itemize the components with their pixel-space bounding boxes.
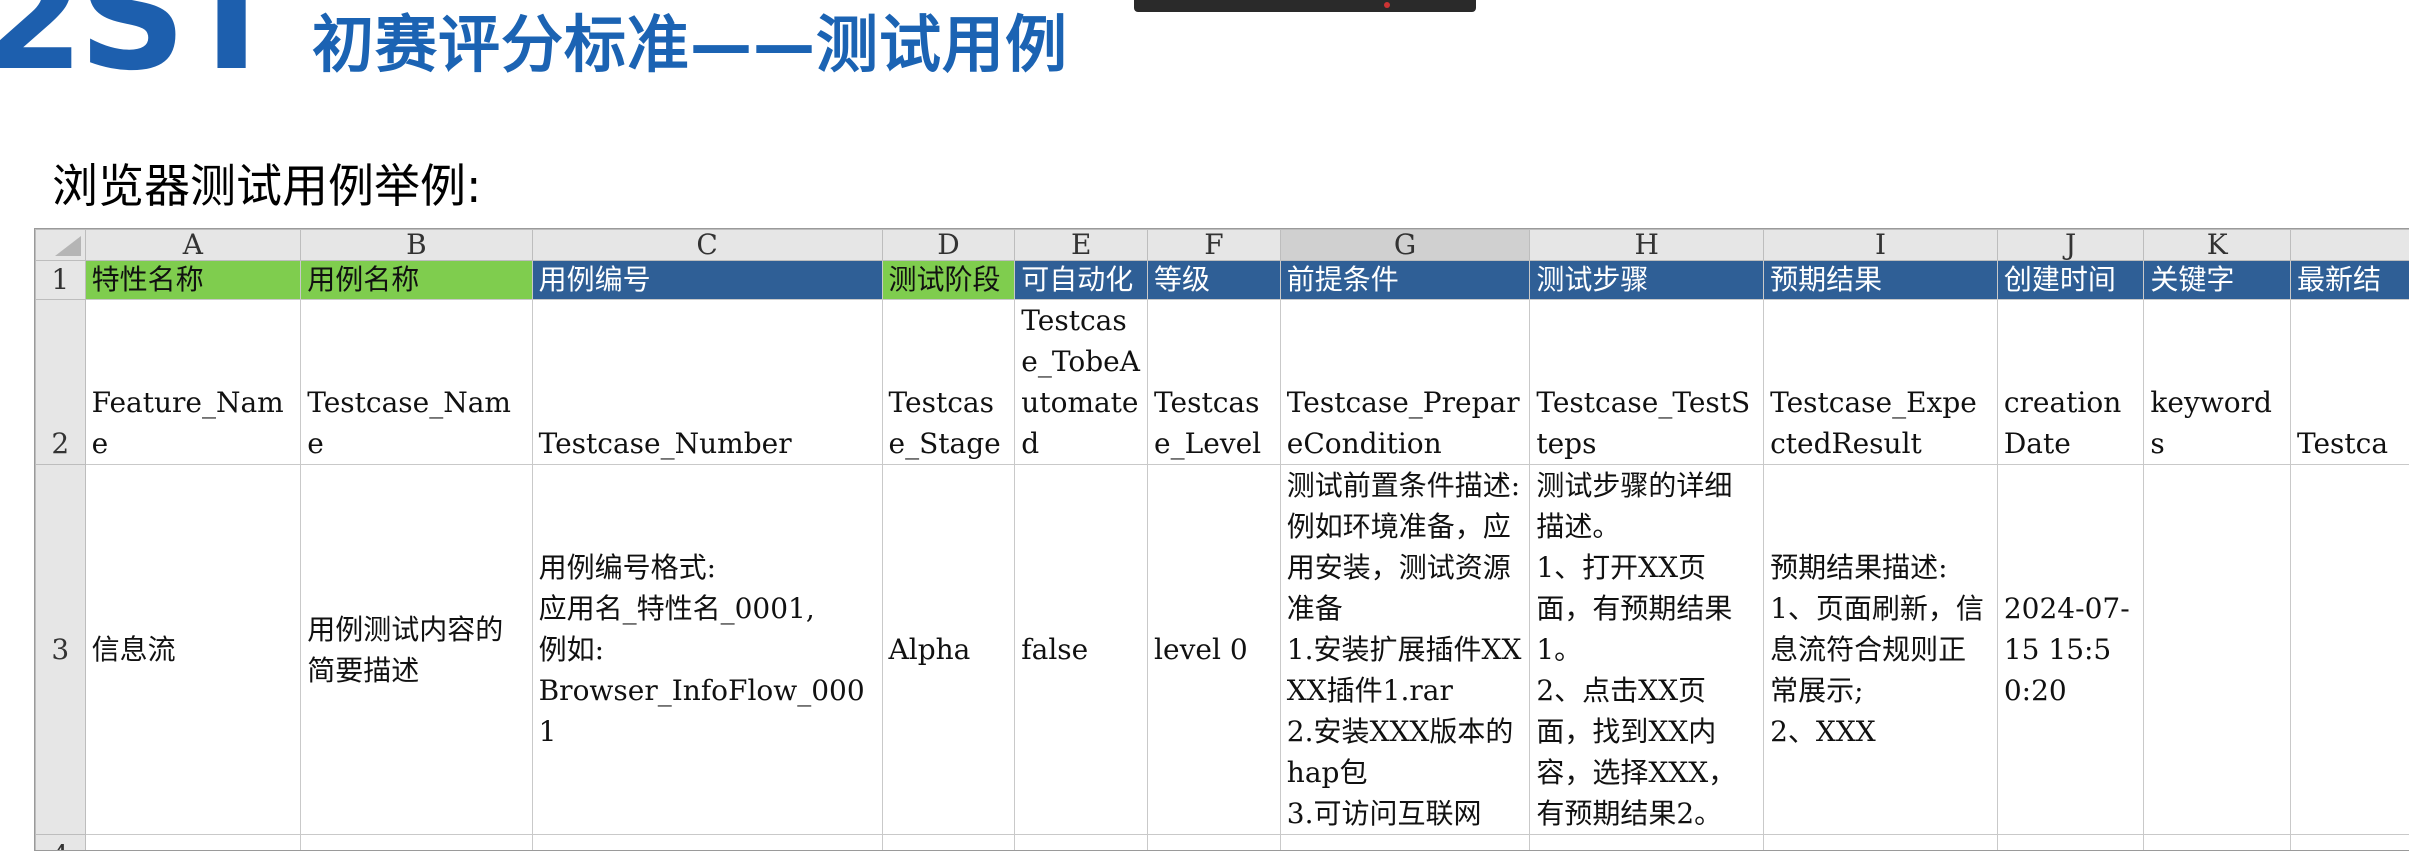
cell-header-expected[interactable]: 预期结果 (1764, 261, 1998, 300)
column-header[interactable]: D (882, 230, 1015, 261)
cell[interactable]: level 0 (1148, 465, 1281, 835)
cell[interactable]: 用例测试内容的简要描述 (301, 465, 532, 835)
cell[interactable]: keywords (2144, 300, 2291, 465)
cell-header-level[interactable]: 等级 (1148, 261, 1281, 300)
logo-mark: 2ST (0, 0, 277, 104)
cell[interactable]: 测试前置条件描述:例如环境准备，应用安装，测试资源准备 1.安装扩展插件XXXX… (1280, 465, 1530, 835)
table-row: 2 Feature_Name Testcase_Name Testcase_Nu… (36, 300, 2409, 465)
column-header[interactable]: C (532, 230, 882, 261)
row-number[interactable]: 1 (36, 261, 86, 300)
cell[interactable]: Testcase_Stage (882, 300, 1015, 465)
column-header[interactable] (2290, 230, 2409, 261)
cell-header-precondition[interactable]: 前提条件 (1280, 261, 1530, 300)
cell[interactable] (2144, 465, 2291, 835)
cell-header-automated[interactable]: 可自动化 (1015, 261, 1148, 300)
cell-header-name[interactable]: 用例名称 (301, 261, 532, 300)
cell-header-keywords[interactable]: 关键字 (2144, 261, 2291, 300)
column-header[interactable]: F (1148, 230, 1281, 261)
row-number[interactable]: 3 (36, 465, 86, 835)
screen-share-toolbar[interactable] (1134, 0, 1476, 12)
table-row: 1 特性名称 用例名称 用例编号 测试阶段 可自动化 等级 前提条件 测试步骤 … (36, 261, 2409, 300)
column-header[interactable]: A (85, 230, 301, 261)
slide-title: 初赛评分标准——测试用例 (312, 0, 1068, 84)
cell[interactable]: false (1015, 465, 1148, 835)
cell[interactable]: creationDate (1997, 300, 2144, 465)
select-all-corner[interactable] (36, 230, 86, 261)
column-header-row: A B C D E F G H I J K (36, 230, 2409, 261)
table-row: 3 信息流 用例测试内容的简要描述 用例编号格式: 应用名_特性名_0001, … (36, 465, 2409, 835)
record-indicator-icon (1384, 2, 1390, 8)
column-header[interactable]: H (1530, 230, 1764, 261)
slide-subtitle: 浏览器测试用例举例: (52, 150, 482, 216)
column-header[interactable]: J (1997, 230, 2144, 261)
cell[interactable]: 预期结果描述: 1、页面刷新，信息流符合规则正常展示; 2、XXX (1764, 465, 1998, 835)
cell[interactable] (2290, 465, 2409, 835)
cell[interactable]: Testcase_PrepareCondition (1280, 300, 1530, 465)
cell[interactable]: 用例编号格式: 应用名_特性名_0001, 例如: Browser_InfoFl… (532, 465, 882, 835)
cell[interactable]: Testcase_Number (532, 300, 882, 465)
cell[interactable]: Testcase_Level (1148, 300, 1281, 465)
cell[interactable]: Testcase_Name (301, 300, 532, 465)
cell[interactable]: Testca (2290, 300, 2409, 465)
column-header[interactable]: I (1764, 230, 1998, 261)
cell[interactable]: Testcase_ExpectedResult (1764, 300, 1998, 465)
cell[interactable]: 信息流 (85, 465, 301, 835)
cell-header-stage[interactable]: 测试阶段 (882, 261, 1015, 300)
column-header-selected[interactable]: G (1280, 230, 1530, 261)
column-header[interactable]: B (301, 230, 532, 261)
cell-header-latest[interactable]: 最新结 (2290, 261, 2409, 300)
cell[interactable]: Testcase_TobeAutomated (1015, 300, 1148, 465)
column-header[interactable]: K (2144, 230, 2291, 261)
row-number[interactable]: 2 (36, 300, 86, 465)
spreadsheet[interactable]: A B C D E F G H I J K 1 特性名称 用例名称 用例编号 测… (34, 228, 2409, 851)
cell[interactable]: Feature_Name (85, 300, 301, 465)
column-header[interactable]: E (1015, 230, 1148, 261)
cell-header-feature[interactable]: 特性名称 (85, 261, 301, 300)
cell-header-steps[interactable]: 测试步骤 (1530, 261, 1764, 300)
cell[interactable]: Testcase_TestSteps (1530, 300, 1764, 465)
cell[interactable]: 2024-07-15 15:50:20 (1997, 465, 2144, 835)
cell[interactable]: Alpha (882, 465, 1015, 835)
select-all-icon (55, 236, 81, 256)
spreadsheet-grid[interactable]: A B C D E F G H I J K 1 特性名称 用例名称 用例编号 测… (35, 229, 2409, 851)
cell-header-created[interactable]: 创建时间 (1997, 261, 2144, 300)
cell-header-number[interactable]: 用例编号 (532, 261, 882, 300)
cell[interactable]: 测试步骤的详细描述。 1、打开XX页面，有预期结果1。 2、点击XX页面，找到X… (1530, 465, 1764, 835)
